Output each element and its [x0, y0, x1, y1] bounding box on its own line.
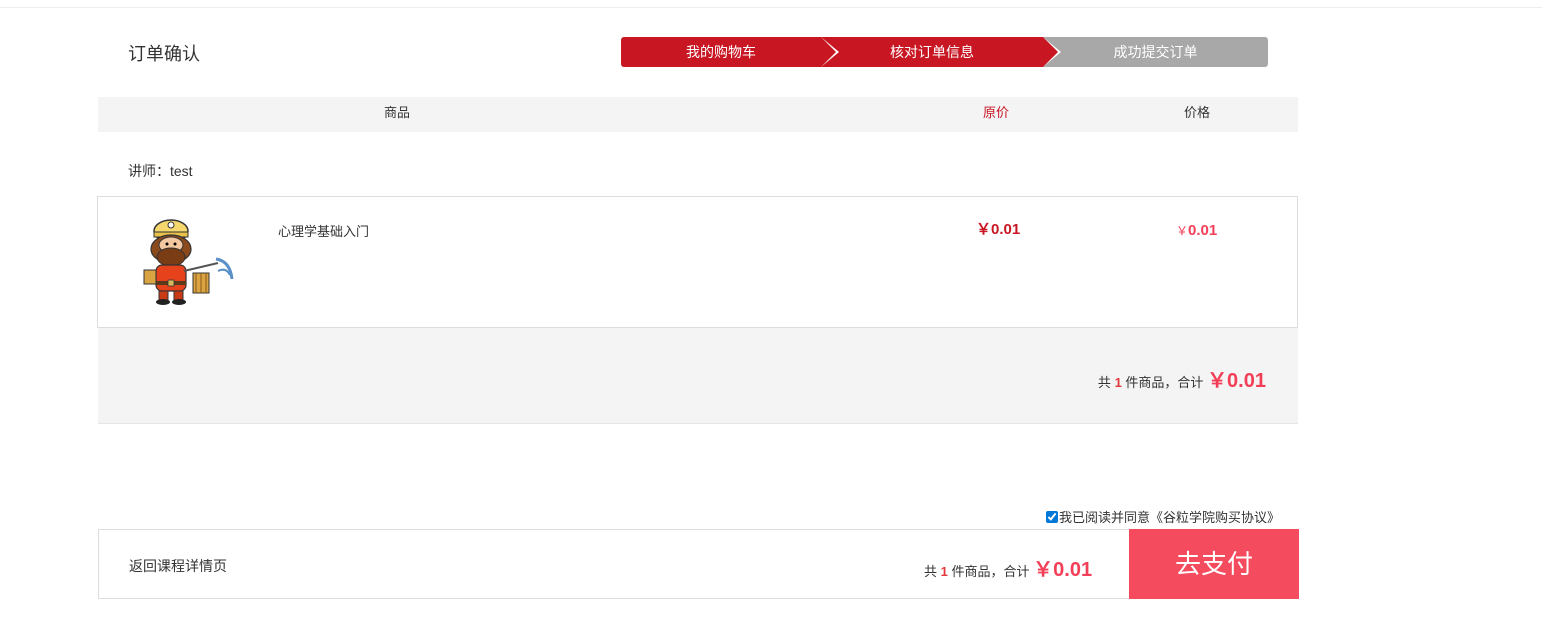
- summary-middle: 件商品，合计: [1125, 375, 1204, 390]
- step-verify-order: 核对订单信息: [821, 37, 1043, 67]
- summary-total: ￥0.01: [1207, 370, 1266, 392]
- bottom-summary: 共 1 件商品，合计 ￥0.01: [924, 553, 1092, 582]
- page-title: 订单确认: [128, 44, 200, 64]
- teacher-label: 讲师：test: [128, 163, 193, 179]
- bottom-summary-middle: 件商品，合计: [951, 564, 1030, 579]
- summary-count: 1: [1114, 375, 1122, 390]
- step-arrow: [1043, 37, 1058, 67]
- agreement-text[interactable]: 我已阅读并同意《谷粒学院购买协议》: [1059, 507, 1280, 526]
- price-value: 0.01: [1188, 222, 1218, 239]
- checkout-bar: 返回课程详情页 共 1 件商品，合计 ￥0.01 去支付: [98, 529, 1299, 599]
- order-summary: 共 1 件商品，合计 ￥0.01: [98, 328, 1298, 424]
- header-original-price: 原价: [983, 105, 1010, 120]
- header-price: 价格: [1184, 105, 1211, 120]
- step-arrow: [821, 37, 836, 67]
- currency-symbol: ￥: [1176, 224, 1189, 238]
- summary-text: 共 1 件商品，合计 ￥0.01: [1098, 364, 1266, 393]
- bottom-summary-prefix: 共: [924, 564, 938, 579]
- item-price: ￥0.01: [1176, 222, 1217, 239]
- agreement[interactable]: 我已阅读并同意《谷粒学院购买协议》: [1046, 507, 1280, 526]
- header-goods: 商品: [384, 105, 411, 120]
- progress-steps: 我的购物车 核对订单信息 成功提交订单: [621, 37, 1268, 67]
- course-name[interactable]: 心理学基础入门: [278, 221, 369, 240]
- bottom-summary-count: 1: [940, 564, 948, 579]
- pay-button[interactable]: 去支付: [1129, 529, 1299, 599]
- step-cart: 我的购物车: [621, 37, 821, 67]
- back-to-course-link[interactable]: 返回课程详情页: [129, 556, 227, 576]
- table-header: 商品 原价 价格: [98, 97, 1298, 132]
- bottom-summary-total: ￥0.01: [1033, 559, 1093, 581]
- order-item: 心理学基础入门 ￥0.01 ￥0.01: [97, 196, 1298, 328]
- agreement-checkbox[interactable]: [1046, 510, 1058, 523]
- summary-prefix: 共: [1097, 375, 1111, 390]
- cartoon-miner-icon[interactable]: [138, 215, 238, 310]
- item-original-price: ￥0.01: [976, 221, 1021, 238]
- step-submit-success: 成功提交订单: [1043, 37, 1268, 67]
- top-divider: [0, 7, 1542, 8]
